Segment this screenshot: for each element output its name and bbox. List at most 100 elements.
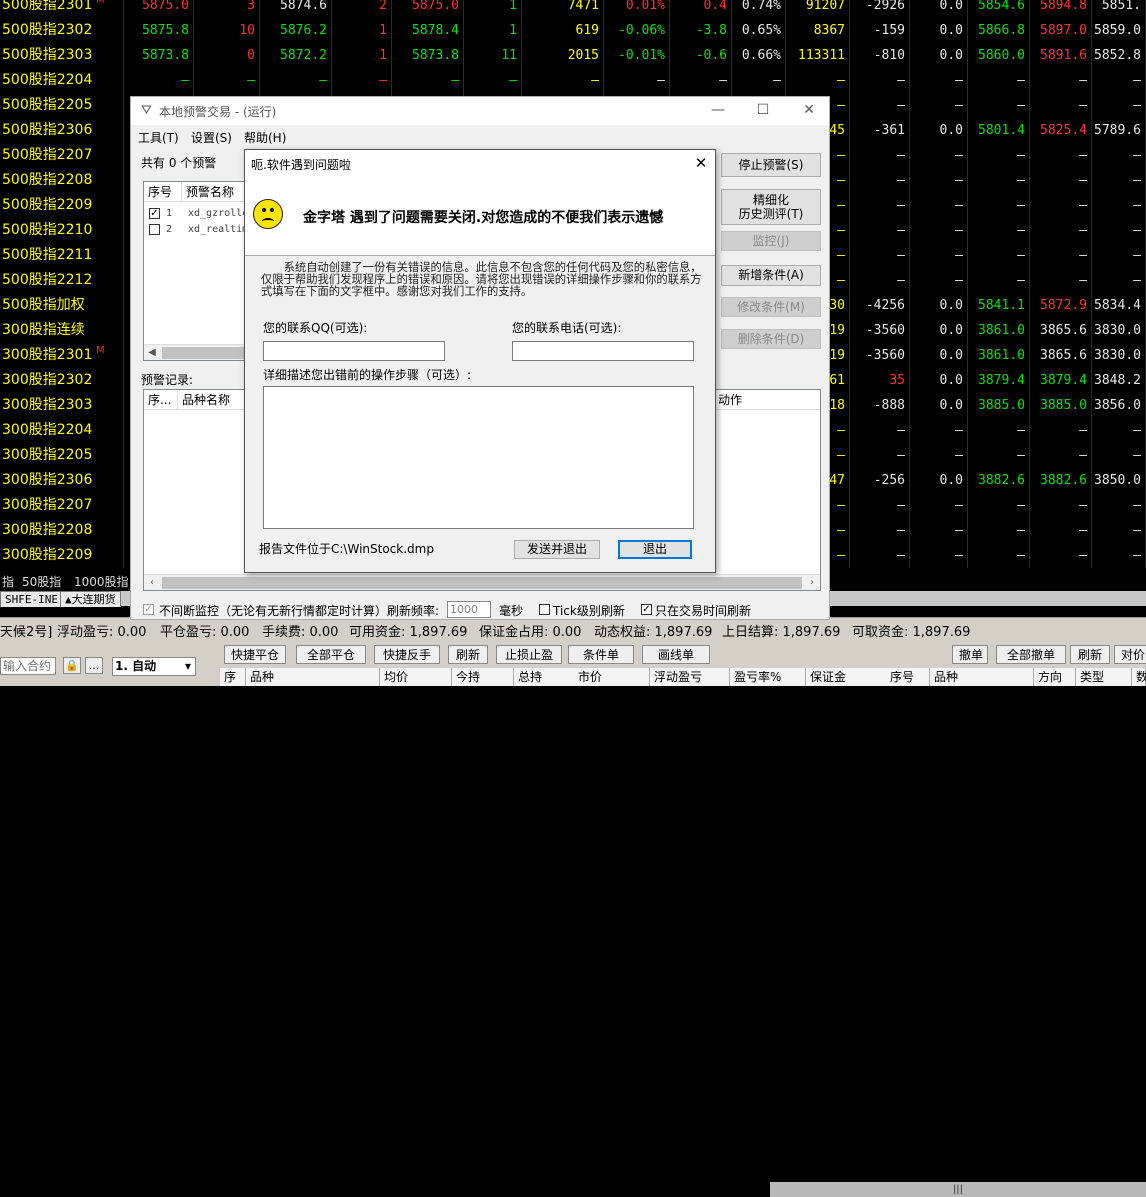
trade-button[interactable]: 刷新 <box>448 645 488 664</box>
dialog-titlebar[interactable]: 呃.软件遇到问题啦 ✕ <box>245 150 715 177</box>
quote-cell: 5841.1 <box>968 293 1030 318</box>
order-button[interactable]: 对价 <box>1114 645 1146 664</box>
position-col-header[interactable]: 保证金 <box>806 668 888 686</box>
position-col-header[interactable]: 盈亏率% <box>730 668 806 686</box>
quote-cell: 3882.6 <box>1030 468 1092 493</box>
scroll-thumb[interactable] <box>162 577 802 589</box>
order-button[interactable]: 全部撤单 <box>996 645 1066 664</box>
tab-csi1000[interactable]: 1000股指 <box>74 573 129 590</box>
col-header-record-no[interactable]: 序... <box>144 390 178 410</box>
position-col-header[interactable]: 均价 <box>380 668 452 686</box>
quote-cell: 5801.4 <box>968 118 1030 143</box>
quote-horizontal-scrollbar[interactable]: ||| <box>770 1182 1146 1197</box>
monitor-button[interactable]: 监控(J) <box>721 231 821 251</box>
tab-sz50[interactable]: 50股指 <box>22 573 61 590</box>
quote-cell: — <box>910 243 968 268</box>
quote-cell: 5897.0 <box>1030 18 1092 43</box>
position-col-header[interactable]: 今持 <box>452 668 514 686</box>
position-col-header[interactable]: 品种 <box>246 668 380 686</box>
quote-row[interactable]: 500股指2204— — — — — — — — — — — — — — — — <box>0 68 1146 93</box>
trade-button[interactable]: 快捷反手 <box>374 645 440 664</box>
record-list-hscrollbar[interactable]: ‹ › <box>144 574 820 590</box>
tab-index[interactable]: 指 <box>2 573 14 590</box>
stop-alert-button[interactable]: 停止预警(S) <box>721 153 821 177</box>
quote-cell: 5834.4 <box>1092 293 1146 318</box>
phone-input[interactable] <box>512 341 694 361</box>
order-col-header[interactable]: 类型 <box>1076 668 1132 686</box>
quote-row[interactable]: 500股指2303 5873.8 0 5872.2 1 5873.8 11 2015 -0.01… <box>0 43 1146 68</box>
trade-button[interactable]: 全部平仓 <box>296 645 366 664</box>
tab-dalian-futures[interactable]: ▲大连期货 <box>60 591 121 607</box>
col-header-no[interactable]: 序号 <box>144 182 182 202</box>
quote-cell: — <box>850 68 910 93</box>
quote-row[interactable]: 500股指2302 5875.8 10 5876.2 1 5878.4 1 619 -0.06%… <box>0 18 1146 43</box>
scroll-thumb[interactable] <box>162 347 244 359</box>
trade-button[interactable]: 画线单 <box>642 645 710 664</box>
order-col-header[interactable]: 序号 <box>886 668 930 686</box>
add-condition-button[interactable]: 新增条件(A) <box>721 265 821 286</box>
scroll-right-icon[interactable]: › <box>804 575 820 590</box>
tick-checkbox[interactable] <box>539 604 550 615</box>
edit-condition-button[interactable]: 修改条件(M) <box>721 297 821 317</box>
contract-input[interactable] <box>0 657 56 675</box>
quote-row-name: 300股指2207 <box>0 493 124 518</box>
nonstop-checkbox[interactable]: ✓ <box>143 604 154 615</box>
quote-cell: 0.0 <box>910 43 968 68</box>
alert-row-checkbox[interactable]: ✓ <box>149 208 160 219</box>
quote-cell: 3865.6 <box>1030 318 1092 343</box>
quote-cell: — <box>968 518 1030 543</box>
quote-cell: — <box>1092 543 1146 568</box>
exit-button[interactable]: 退出 <box>618 540 692 559</box>
order-button[interactable]: 撤单 <box>952 645 988 664</box>
refine-backtest-button[interactable]: 精细化 历史测评(T) <box>721 189 821 225</box>
quote-row[interactable]: 500股指2301 M 5875.0 3 5874.6 2 5875.0 1 7471 0.01%… <box>0 0 1146 18</box>
quote-cell: — <box>1030 243 1092 268</box>
trading-hours-checkbox[interactable]: ✓ <box>641 604 652 615</box>
col-header-alert-name[interactable]: 预警名称 <box>182 182 246 202</box>
delete-condition-button[interactable]: 删除条件(D) <box>721 329 821 349</box>
alert-list-hscrollbar[interactable]: ◀ <box>144 344 246 360</box>
menu-help[interactable]: 帮助(H) <box>244 129 286 146</box>
order-mode-select[interactable]: 1. 自动 ▾ <box>112 657 196 676</box>
position-col-header[interactable]: 浮动盈亏 <box>650 668 730 686</box>
window-titlebar[interactable]: ⛛ 本地预警交易 - (运行) — ☐ ✕ <box>131 97 829 125</box>
order-button[interactable]: 刷新 <box>1070 645 1110 664</box>
quote-cell: — <box>260 68 332 93</box>
maximize-icon[interactable]: ☐ <box>753 100 773 120</box>
lock-icon[interactable]: 🔒 <box>63 657 81 674</box>
quote-row-name: 300股指连续 <box>0 318 124 343</box>
trade-button[interactable]: 止损止盈 <box>496 645 562 664</box>
quote-row-name: 500股指2208 <box>0 168 124 193</box>
close-icon[interactable]: ✕ <box>691 153 711 173</box>
trade-button[interactable]: 条件单 <box>568 645 634 664</box>
minimize-icon[interactable]: — <box>708 100 728 120</box>
scroll-left-icon[interactable]: ‹ <box>144 575 160 590</box>
col-header-action[interactable]: 动作 <box>714 390 820 410</box>
send-and-exit-button[interactable]: 发送并退出 <box>514 540 600 559</box>
order-col-header[interactable]: 数 <box>1132 668 1146 686</box>
backtest-label: 历史测评(T) <box>738 207 804 221</box>
quote-cell: 11 <box>464 43 522 68</box>
quote-cell: — <box>850 93 910 118</box>
menu-settings[interactable]: 设置(S) <box>191 129 232 146</box>
quote-cell: — <box>522 68 604 93</box>
steps-textarea[interactable] <box>263 386 694 529</box>
tab-shfe-ine[interactable]: SHFE-INE <box>0 591 63 607</box>
position-col-header[interactable]: 序 <box>220 668 246 686</box>
order-col-header[interactable]: 方向 <box>1034 668 1076 686</box>
trade-panel: 🔒 ... 1. 自动▾ 快捷平仓全部平仓快捷反手刷新止损止盈条件单画线单撤单全… <box>0 640 1146 686</box>
alert-list[interactable]: 序号 预警名称 ✓ 1 xd_gzrollc 2 xd_realtim ◀ <box>143 181 247 361</box>
trade-button[interactable]: 快捷平仓 <box>224 645 286 664</box>
qq-input[interactable] <box>263 341 445 361</box>
more-button[interactable]: ... <box>85 657 103 674</box>
refresh-interval-input[interactable]: 1000 <box>447 601 491 618</box>
position-col-header[interactable]: 市价 <box>574 668 650 686</box>
position-col-header[interactable]: 总持 <box>514 668 576 686</box>
menu-tools[interactable]: 工具(T) <box>138 129 179 146</box>
scroll-left-icon[interactable]: ◀ <box>144 345 160 360</box>
quote-row-name: 300股指2301 <box>0 343 124 368</box>
close-icon[interactable]: ✕ <box>799 100 819 120</box>
quote-cell: — <box>850 143 910 168</box>
alert-row-checkbox[interactable] <box>149 224 160 235</box>
order-col-header[interactable]: 品种 <box>930 668 1034 686</box>
